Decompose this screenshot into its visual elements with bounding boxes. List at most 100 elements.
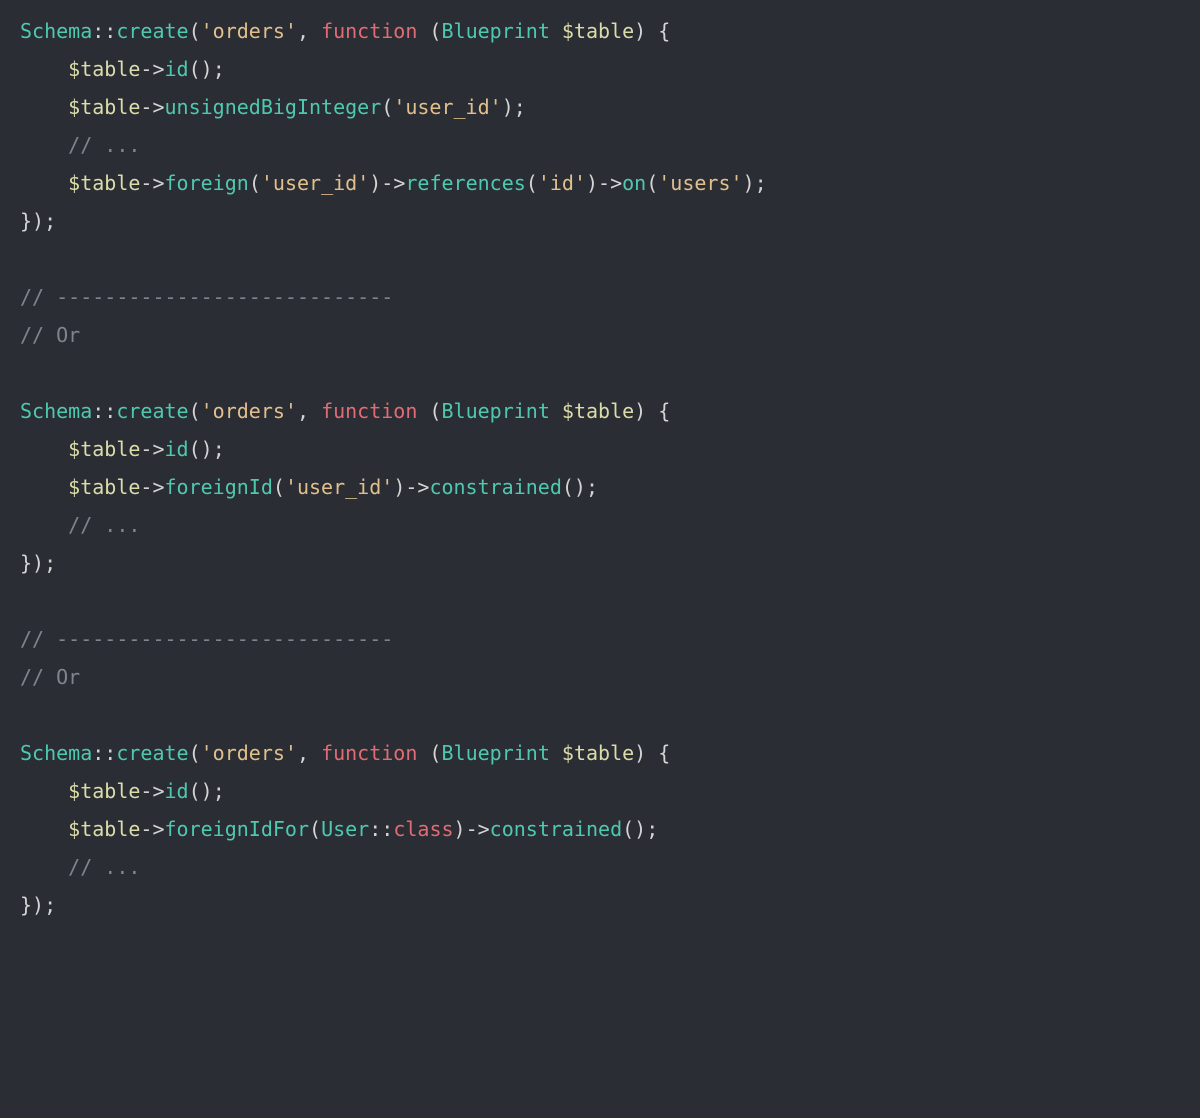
code-token: , [297,19,321,43]
code-token: Schema [20,741,92,765]
code-token [20,475,68,499]
code-token: ( [417,19,441,43]
code-line: $table->id(); [20,772,1180,810]
code-line [20,582,1180,620]
code-token: 'orders' [201,741,297,765]
code-token: ) { [634,741,670,765]
code-token: (); [189,437,225,461]
code-token: // ... [68,855,140,879]
code-line: // Or [20,316,1180,354]
code-line [20,696,1180,734]
code-token [20,855,68,879]
code-line: $table->foreignIdFor(User::class)->const… [20,810,1180,848]
code-line: // ... [20,848,1180,886]
code-token: create [116,19,188,43]
code-token: // ---------------------------- [20,627,393,651]
code-token: ( [526,171,538,195]
code-token: function [321,741,417,765]
code-token: }); [20,551,56,575]
code-token: ( [646,171,658,195]
code-line: Schema::create('orders', function (Bluep… [20,734,1180,772]
code-token: -> [140,437,164,461]
code-token: , [297,399,321,423]
code-token: ); [743,171,767,195]
code-token: -> [140,57,164,81]
code-line: $table->foreign('user_id')->references('… [20,164,1180,202]
code-token: Blueprint [441,741,549,765]
code-line [20,240,1180,278]
code-line: Schema::create('orders', function (Bluep… [20,392,1180,430]
code-token: -> [140,475,164,499]
code-token: create [116,399,188,423]
code-token: $table [68,437,140,461]
code-token [550,741,562,765]
code-line: $table->id(); [20,50,1180,88]
code-token [20,95,68,119]
code-token: // ... [68,133,140,157]
code-token: (); [189,779,225,803]
code-token: id [165,57,189,81]
code-token: constrained [429,475,561,499]
code-token: -> [140,95,164,119]
code-token: :: [92,741,116,765]
code-token [20,779,68,803]
code-token: // ... [68,513,140,537]
code-token: $table [562,741,634,765]
code-line: Schema::create('orders', function (Bluep… [20,12,1180,50]
code-token [20,57,68,81]
code-token: foreign [165,171,249,195]
code-token: ( [309,817,321,841]
code-token: ( [189,741,201,765]
code-block: Schema::create('orders', function (Bluep… [0,0,1200,936]
code-token: // Or [20,323,80,347]
code-token: )-> [369,171,405,195]
code-token: $table [562,399,634,423]
code-token: id [165,779,189,803]
code-token: }); [20,209,56,233]
code-token: id [165,437,189,461]
code-token: $table [68,171,140,195]
code-token: Blueprint [441,19,549,43]
code-token: $table [68,475,140,499]
code-token: 'user_id' [393,95,501,119]
code-token: -> [140,171,164,195]
code-token: ) { [634,399,670,423]
code-line: // ---------------------------- [20,278,1180,316]
code-token: -> [140,779,164,803]
code-token: ( [189,19,201,43]
code-token [20,817,68,841]
code-token: foreignIdFor [165,817,310,841]
code-token: // ---------------------------- [20,285,393,309]
code-line: $table->id(); [20,430,1180,468]
code-token: foreignId [165,475,273,499]
code-token: Schema [20,19,92,43]
code-token: Schema [20,399,92,423]
code-token [20,133,68,157]
code-token: 'users' [658,171,742,195]
code-token: )-> [586,171,622,195]
code-line: }); [20,202,1180,240]
code-token [20,437,68,461]
code-line: // Or [20,658,1180,696]
code-token: $table [562,19,634,43]
code-token: constrained [490,817,622,841]
code-token: $table [68,779,140,803]
code-token: :: [369,817,393,841]
code-token [550,19,562,43]
code-token: 'user_id' [285,475,393,499]
code-line: // ---------------------------- [20,620,1180,658]
code-token: (); [189,57,225,81]
code-token: ( [273,475,285,499]
code-line: $table->unsignedBigInteger('user_id'); [20,88,1180,126]
code-token: (); [562,475,598,499]
code-token: class [393,817,453,841]
code-token: unsignedBigInteger [165,95,382,119]
code-token: :: [92,399,116,423]
code-line: }); [20,886,1180,924]
code-token: on [622,171,646,195]
code-token: function [321,19,417,43]
code-line: // ... [20,126,1180,164]
code-token: ); [502,95,526,119]
code-token: references [405,171,525,195]
code-token: // Or [20,665,80,689]
